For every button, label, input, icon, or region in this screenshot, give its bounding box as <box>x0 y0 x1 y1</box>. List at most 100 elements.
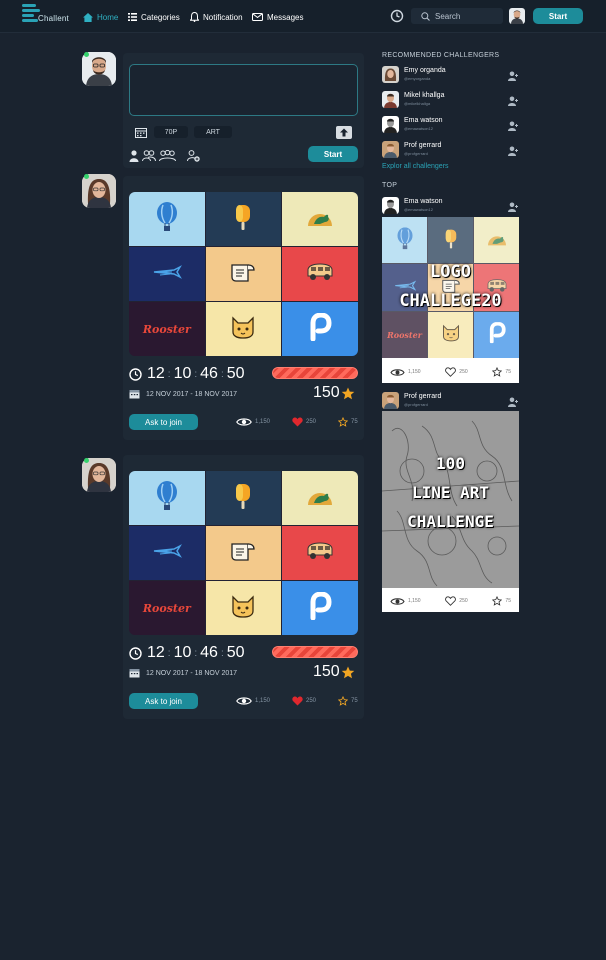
app-logo[interactable]: Challent <box>22 4 72 28</box>
top-post-overlay-line-2: LINE ART <box>411 483 490 502</box>
p-icon <box>488 322 506 347</box>
eye-icon <box>236 697 252 705</box>
challenger-item[interactable]: Ema watson @emawatson12 <box>382 114 519 134</box>
composer-avatar[interactable] <box>82 52 116 86</box>
challenge-progress-bar <box>272 367 358 379</box>
top-post-avatar <box>382 197 399 214</box>
nav-messages[interactable]: Messages <box>252 10 303 24</box>
follow-user-icon[interactable] <box>508 71 518 81</box>
views-value: 1,150 <box>255 698 271 704</box>
challenger-handle: @emawatson12 <box>404 126 433 131</box>
challenge-post-card: Rooster 12: 10: 46: 50 12 NOV 2017 - 18 … <box>123 176 364 440</box>
ask-to-join-button[interactable]: Ask to join <box>129 414 198 430</box>
cat-icon <box>230 593 256 624</box>
eye-icon <box>236 418 252 426</box>
likes-value: 250 <box>306 698 317 704</box>
challenger-avatar <box>382 116 399 133</box>
group-users-icon[interactable] <box>159 150 176 161</box>
heart-outline-icon <box>445 367 457 377</box>
grid-tile <box>428 311 473 358</box>
calendar-icon[interactable] <box>135 127 147 138</box>
add-user-icon[interactable] <box>187 150 200 162</box>
p-icon <box>308 590 332 625</box>
points-tag[interactable]: 70P <box>154 126 188 138</box>
calendar-icon <box>129 390 140 399</box>
kangaroo-icon <box>306 206 334 233</box>
follow-user-icon[interactable] <box>508 202 518 212</box>
heart-outline-icon <box>445 596 457 606</box>
two-users-icon[interactable] <box>142 150 156 161</box>
likes-count[interactable]: 250 <box>292 417 316 427</box>
explore-challengers-link[interactable]: Explor all challengers <box>382 163 449 170</box>
follow-user-icon[interactable] <box>508 121 518 131</box>
upload-button[interactable] <box>336 126 352 139</box>
challenge-score: 150 <box>313 384 355 402</box>
start-button[interactable]: Start <box>533 8 583 24</box>
cat-icon <box>441 323 461 346</box>
balloon-icon <box>154 201 180 237</box>
popsicle-icon <box>443 228 458 253</box>
challenger-item[interactable]: Prof gerrard @profgerrard <box>382 139 519 159</box>
history-icon[interactable] <box>390 9 404 23</box>
countdown-timer: 12: 10: 46: 50 <box>129 644 245 662</box>
post-author-avatar[interactable] <box>82 458 116 492</box>
logo-text: Challent <box>38 14 69 23</box>
follow-user-icon[interactable] <box>508 397 518 407</box>
upload-icon <box>340 128 348 137</box>
clock-icon <box>129 367 142 381</box>
user-avatar[interactable] <box>509 8 525 24</box>
woman-avatar-image <box>82 174 116 208</box>
timer-hours: 12 <box>147 644 165 661</box>
top-stars[interactable]: 75 <box>492 596 511 606</box>
nav-notification[interactable]: Notification <box>190 10 243 24</box>
follow-user-icon[interactable] <box>508 146 518 156</box>
post-author-avatar[interactable] <box>82 174 116 208</box>
stars-count[interactable]: 75 <box>338 696 358 706</box>
nav-messages-label: Messages <box>267 12 304 22</box>
top-title: TOP <box>382 182 398 189</box>
top-likes-value: 250 <box>459 369 468 375</box>
post-image-grid[interactable]: Rooster <box>129 192 358 356</box>
top-post-stats: 1,150 250 75 <box>382 590 519 612</box>
document-icon <box>230 261 256 288</box>
top-post-author[interactable]: Ema watson @emawatson12 <box>382 195 519 215</box>
top-post-author-name: Ema watson <box>404 198 443 205</box>
heart-icon <box>292 417 303 427</box>
top-likes[interactable]: 250 <box>445 367 468 377</box>
top-post-author[interactable]: Prof gerrard @profgerrard <box>382 390 519 410</box>
single-user-icon[interactable] <box>129 150 139 162</box>
p-icon <box>308 311 332 346</box>
post-text-area[interactable] <box>129 64 358 116</box>
stars-count[interactable]: 75 <box>338 417 358 427</box>
top-views: 1,150 <box>390 597 421 606</box>
nav-categories[interactable]: Categories <box>128 10 180 24</box>
bird-icon <box>152 264 182 284</box>
grid-tile <box>205 247 282 301</box>
top-stars[interactable]: 75 <box>492 367 511 377</box>
top-post-card[interactable]: 100 LINE ART CHALLENGE 1,150 250 75 <box>382 411 519 612</box>
follow-user-icon[interactable] <box>508 96 518 106</box>
grid-tile <box>129 471 205 525</box>
balloon-icon <box>154 480 180 516</box>
composer-start-button[interactable]: Start <box>308 146 358 162</box>
post-image-grid[interactable]: Rooster <box>129 471 358 635</box>
timer-minutes: 10 <box>173 644 192 661</box>
clock-icon <box>129 646 142 660</box>
ask-to-join-button[interactable]: Ask to join <box>129 693 198 709</box>
grid-tile: Rooster <box>129 581 205 635</box>
challenger-item[interactable]: Emy organda @emyorganda <box>382 64 519 84</box>
challenger-item[interactable]: Mikel khallga @mikelkhallga <box>382 89 519 109</box>
category-tag[interactable]: ART <box>194 126 232 138</box>
likes-count[interactable]: 250 <box>292 696 316 706</box>
bell-icon <box>190 12 199 22</box>
grid-tile <box>282 526 358 580</box>
nav-home[interactable]: Home <box>83 10 118 24</box>
top-post-card[interactable]: Rooster LOGO CHALLEGE20 1,150 250 75 <box>382 217 519 383</box>
calendar-icon <box>129 669 140 678</box>
man-avatar-image <box>82 52 116 86</box>
bird-icon <box>152 543 182 563</box>
top-views-value: 1,150 <box>408 369 421 375</box>
score-value: 150 <box>313 384 340 401</box>
top-likes[interactable]: 250 <box>445 596 468 606</box>
search-input[interactable]: Search <box>411 8 503 24</box>
